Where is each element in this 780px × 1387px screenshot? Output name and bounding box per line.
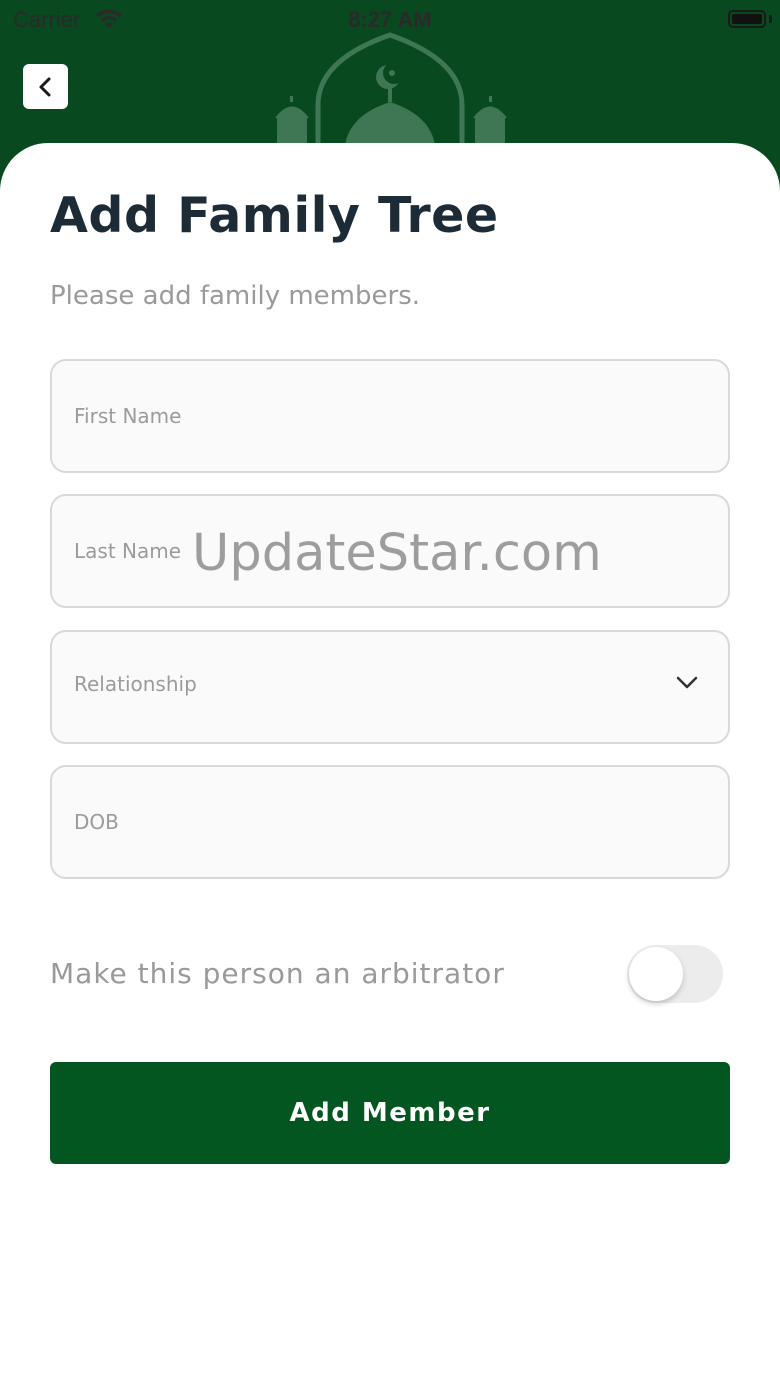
page-subtitle: Please add family members. xyxy=(50,281,421,311)
relationship-select[interactable]: Relationship xyxy=(50,630,730,744)
battery-icon xyxy=(728,10,766,28)
last-name-input[interactable] xyxy=(52,496,728,606)
dob-input[interactable] xyxy=(52,767,728,877)
arbitrator-toggle[interactable] xyxy=(627,945,723,1003)
toggle-knob xyxy=(629,947,683,1001)
mosque-icon xyxy=(275,32,507,145)
form-card: Add Family Tree Please add family member… xyxy=(0,143,780,1387)
back-button[interactable] xyxy=(23,64,68,109)
add-member-button[interactable]: Add Member xyxy=(50,1062,730,1164)
arbitrator-label: Make this person an arbitrator xyxy=(50,957,505,990)
screen: Carrier 8:27 AM Add Family Tree Please a… xyxy=(0,0,780,1387)
relationship-label: Relationship xyxy=(74,672,197,696)
last-name-field[interactable] xyxy=(50,494,730,608)
chevron-left-icon xyxy=(39,77,50,96)
first-name-input[interactable] xyxy=(52,361,728,471)
page-title: Add Family Tree xyxy=(50,187,499,244)
chevron-down-icon xyxy=(676,676,698,689)
first-name-field[interactable] xyxy=(50,359,730,473)
dob-field[interactable] xyxy=(50,765,730,879)
